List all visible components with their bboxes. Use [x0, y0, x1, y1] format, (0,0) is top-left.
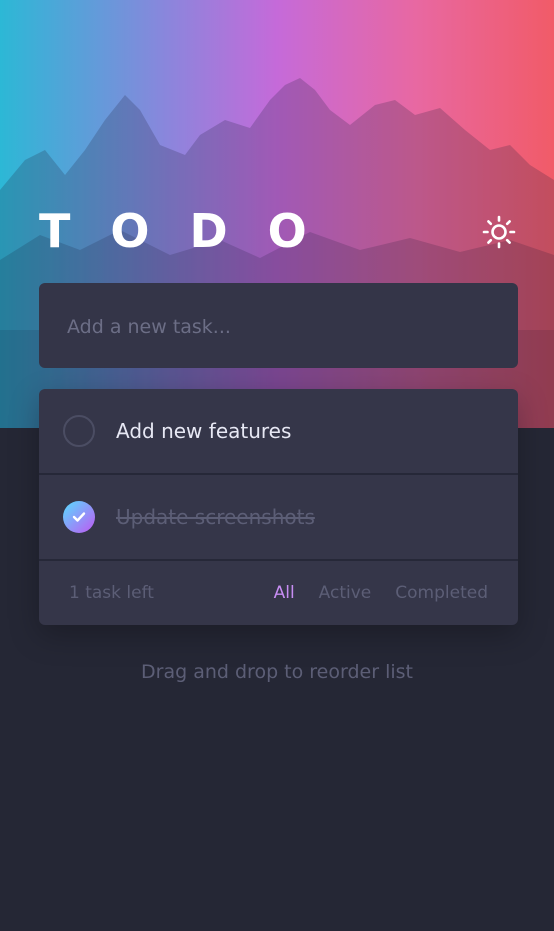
task-item[interactable]: Add new features — [39, 389, 518, 475]
task-text-completed: Update screenshots — [116, 505, 315, 529]
checkmark-icon — [72, 512, 86, 522]
task-list: Add new features Update screenshots 1 ta… — [39, 389, 518, 625]
items-left-count: 1 task left — [69, 583, 154, 603]
filter-group: All Active Completed — [274, 561, 488, 625]
task-text: Add new features — [116, 419, 292, 443]
task-checkbox[interactable] — [63, 415, 95, 447]
reorder-hint: Drag and drop to reorder list — [141, 661, 413, 683]
list-footer: 1 task left All Active Completed — [39, 561, 518, 625]
app-header: TODO — [39, 205, 518, 257]
theme-toggle-button[interactable] — [480, 213, 518, 251]
filter-active[interactable]: Active — [319, 561, 372, 625]
new-task-input[interactable] — [65, 283, 489, 370]
filter-completed[interactable]: Completed — [395, 561, 488, 625]
filter-all[interactable]: All — [274, 561, 295, 625]
app-title: TODO — [39, 204, 347, 258]
sun-icon — [482, 215, 516, 249]
task-item[interactable]: Update screenshots — [39, 475, 518, 561]
new-task-box — [39, 283, 518, 370]
task-checkbox-checked[interactable] — [63, 501, 95, 533]
